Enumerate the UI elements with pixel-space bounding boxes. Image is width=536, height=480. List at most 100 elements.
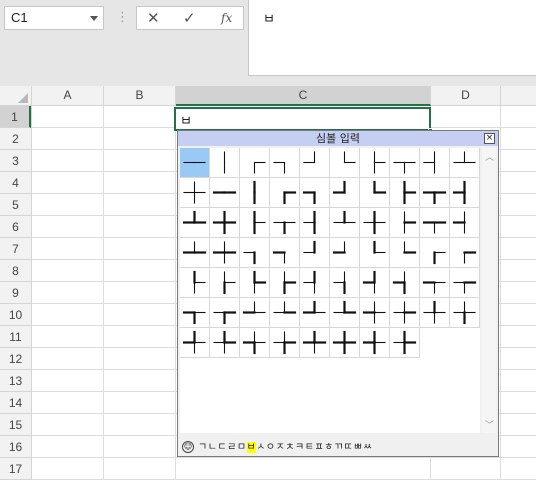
symbol-cell[interactable] bbox=[360, 148, 390, 178]
symbol-cell[interactable] bbox=[180, 268, 210, 298]
symbol-cell[interactable] bbox=[390, 268, 420, 298]
symbol-cell[interactable] bbox=[240, 148, 270, 178]
cancel-icon[interactable]: ✕ bbox=[147, 9, 160, 27]
row-header-6[interactable]: 6 bbox=[0, 216, 31, 238]
symbol-cell[interactable] bbox=[420, 238, 450, 268]
jamo-item[interactable]: ㅆ bbox=[363, 442, 373, 453]
symbol-cell[interactable] bbox=[240, 178, 270, 208]
row-header-11[interactable]: 11 bbox=[0, 326, 31, 348]
symbol-cell[interactable] bbox=[360, 268, 390, 298]
symbol-cell[interactable] bbox=[180, 178, 210, 208]
symbol-cell[interactable] bbox=[450, 148, 480, 178]
symbol-cell[interactable] bbox=[330, 208, 360, 238]
row-header-17[interactable]: 17 bbox=[0, 458, 31, 480]
symbol-cell[interactable] bbox=[270, 148, 300, 178]
symbol-cell[interactable] bbox=[300, 328, 330, 358]
symbol-cell[interactable] bbox=[330, 238, 360, 268]
row-header-15[interactable]: 15 bbox=[0, 414, 31, 436]
active-cell[interactable]: ㅂ bbox=[174, 107, 431, 131]
symbol-cell[interactable] bbox=[210, 328, 240, 358]
jamo-item[interactable]: ㅎ bbox=[324, 442, 334, 453]
row-header-7[interactable]: 7 bbox=[0, 238, 31, 260]
symbol-cell[interactable] bbox=[390, 238, 420, 268]
column-header-b[interactable]: B bbox=[104, 86, 176, 106]
symbol-cell[interactable] bbox=[270, 268, 300, 298]
symbol-cell[interactable] bbox=[180, 328, 210, 358]
row-header-8[interactable]: 8 bbox=[0, 260, 31, 282]
row-header-16[interactable]: 16 bbox=[0, 436, 31, 458]
jamo-item[interactable]: ㄲ bbox=[334, 442, 344, 453]
symbol-cell[interactable] bbox=[210, 268, 240, 298]
insert-function-icon[interactable]: fx bbox=[221, 11, 232, 25]
symbol-cell[interactable] bbox=[240, 268, 270, 298]
symbol-cell[interactable] bbox=[450, 208, 480, 238]
symbol-cell[interactable] bbox=[210, 148, 240, 178]
symbol-cell[interactable] bbox=[300, 298, 330, 328]
jamo-item[interactable]: ㅋ bbox=[295, 442, 305, 453]
formula-input[interactable]: ㅂ bbox=[248, 0, 536, 76]
name-box[interactable]: C1 bbox=[4, 6, 104, 30]
symbol-cell[interactable] bbox=[330, 298, 360, 328]
jamo-item[interactable]: ㅌ bbox=[305, 442, 315, 453]
enter-icon[interactable]: ✓ bbox=[183, 9, 196, 27]
symbol-cell[interactable] bbox=[330, 178, 360, 208]
symbol-cell[interactable] bbox=[420, 148, 450, 178]
symbol-cell[interactable] bbox=[210, 208, 240, 238]
symbol-cell[interactable] bbox=[420, 268, 450, 298]
symbol-cell[interactable] bbox=[420, 208, 450, 238]
column-header-c[interactable]: C bbox=[176, 86, 431, 106]
symbol-cell[interactable] bbox=[180, 208, 210, 238]
symbol-cell[interactable] bbox=[180, 298, 210, 328]
jamo-item[interactable]: ㅇ bbox=[266, 442, 276, 453]
symbol-cell[interactable] bbox=[270, 208, 300, 238]
column-header-a[interactable]: A bbox=[32, 86, 104, 106]
smiley-icon[interactable]: ☺ bbox=[182, 441, 194, 453]
scroll-down-icon[interactable]: ﹀ bbox=[485, 418, 494, 431]
row-header-3[interactable]: 3 bbox=[0, 150, 31, 172]
jamo-item[interactable]: ㄹ bbox=[227, 442, 237, 453]
symbol-cell[interactable] bbox=[180, 148, 210, 178]
jamo-item[interactable]: ㅊ bbox=[285, 442, 295, 453]
jamo-item[interactable]: ㅃ bbox=[353, 442, 363, 453]
symbol-cell[interactable] bbox=[240, 208, 270, 238]
symbol-cell[interactable] bbox=[240, 298, 270, 328]
symbol-cell[interactable] bbox=[360, 208, 390, 238]
symbol-cell[interactable] bbox=[210, 238, 240, 268]
symbol-cell[interactable] bbox=[330, 148, 360, 178]
jamo-item[interactable]: ㅍ bbox=[314, 442, 324, 453]
jamo-item[interactable]: ㅁ bbox=[237, 442, 247, 453]
symbol-cell[interactable] bbox=[450, 178, 480, 208]
symbol-cell[interactable] bbox=[420, 298, 450, 328]
symbol-cell[interactable] bbox=[420, 178, 450, 208]
symbol-cell[interactable] bbox=[300, 148, 330, 178]
symbol-cell[interactable] bbox=[360, 298, 390, 328]
row-header-12[interactable]: 12 bbox=[0, 348, 31, 370]
symbol-cell[interactable] bbox=[270, 328, 300, 358]
symbol-cell[interactable] bbox=[300, 238, 330, 268]
symbol-cell[interactable] bbox=[330, 328, 360, 358]
symbol-cell[interactable] bbox=[390, 178, 420, 208]
row-header-13[interactable]: 13 bbox=[0, 370, 31, 392]
symbol-cell[interactable] bbox=[330, 268, 360, 298]
symbol-cell[interactable] bbox=[360, 178, 390, 208]
symbol-cell[interactable] bbox=[300, 268, 330, 298]
symbol-cell[interactable] bbox=[270, 238, 300, 268]
symbol-cell[interactable] bbox=[300, 178, 330, 208]
symbol-cell[interactable] bbox=[450, 298, 480, 328]
column-header-e[interactable] bbox=[501, 86, 536, 106]
jamo-item[interactable]: ㅂ bbox=[246, 442, 257, 453]
symbol-cell[interactable] bbox=[300, 208, 330, 238]
symbol-cell[interactable] bbox=[390, 298, 420, 328]
symbol-cell[interactable] bbox=[180, 238, 210, 268]
row-header-1[interactable]: 1 bbox=[0, 106, 31, 128]
close-icon[interactable]: × bbox=[484, 133, 495, 144]
jamo-item[interactable]: ㄱ bbox=[198, 442, 208, 453]
jamo-item[interactable]: ㄴ bbox=[208, 442, 218, 453]
symbol-cell[interactable] bbox=[210, 298, 240, 328]
symbol-cell[interactable] bbox=[390, 148, 420, 178]
symbol-cell[interactable] bbox=[270, 298, 300, 328]
popup-scrollbar[interactable]: ︿ ﹀ bbox=[482, 148, 496, 433]
select-all-button[interactable] bbox=[0, 86, 32, 106]
symbol-cell[interactable] bbox=[360, 328, 390, 358]
symbol-cell[interactable] bbox=[240, 238, 270, 268]
